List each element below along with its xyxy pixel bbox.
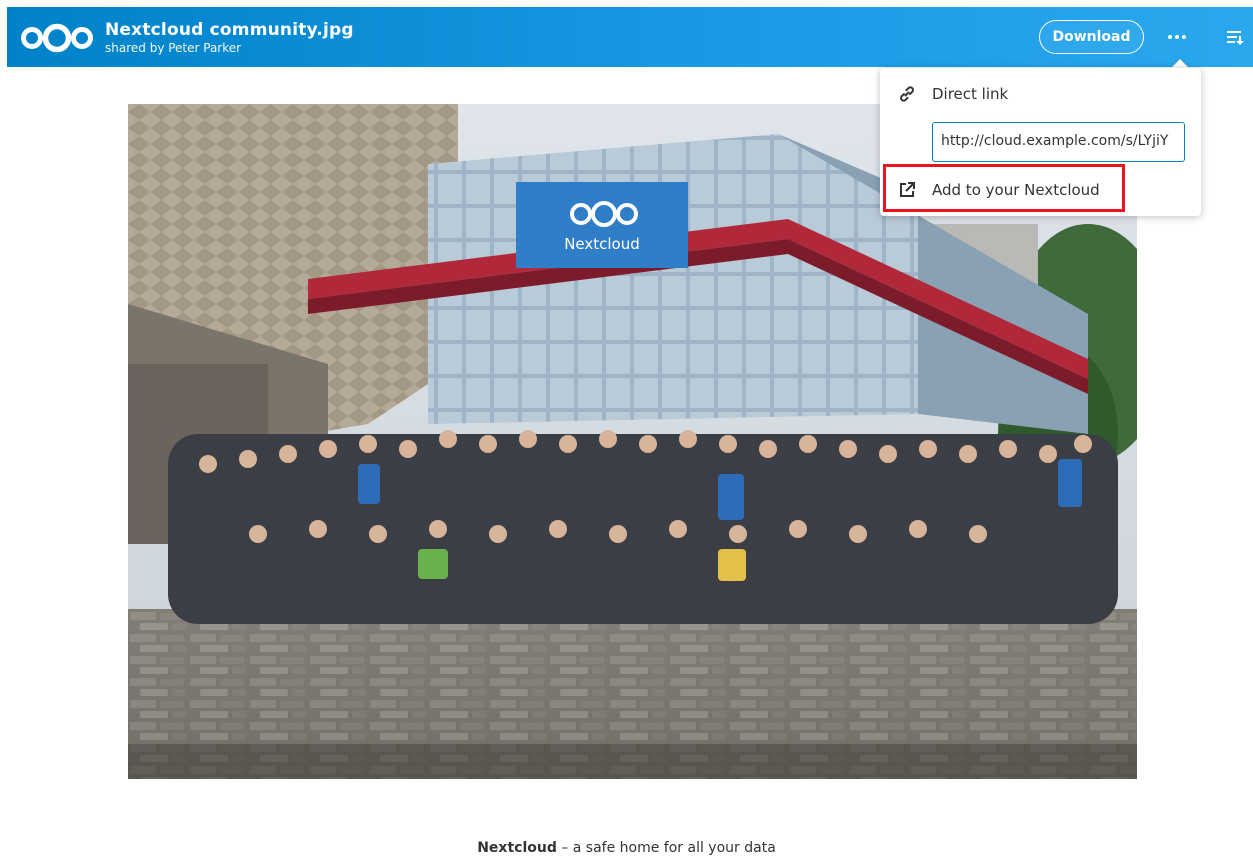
three-dots-icon[interactable] [1165,25,1189,49]
nextcloud-logo-icon[interactable] [19,23,95,53]
add-to-nextcloud-label: Add to your Nextcloud [932,181,1100,199]
download-button[interactable]: Download [1039,20,1144,54]
footer-tagline: – a safe home for all your data [556,840,776,856]
file-title-block: Nextcloud community.jpg shared by Peter … [105,19,354,55]
banner-text: Nextcloud [564,235,640,253]
details-toggle-icon[interactable] [1223,25,1247,49]
public-share-header: Nextcloud community.jpg shared by Peter … [7,7,1253,67]
external-link-icon [898,181,916,199]
share-actions-menu: Direct link http://cloud.example.com/s/L… [880,68,1201,216]
shared-by-label: shared by Peter Parker [105,41,242,55]
menu-item-add-to-nextcloud[interactable]: Add to your Nextcloud [880,168,1201,212]
direct-link-label: Direct link [932,85,1009,103]
direct-link-value: http://cloud.example.com/s/LYjiY [941,133,1169,149]
footer: Nextcloud – a safe home for all your dat… [0,840,1253,856]
link-icon [898,85,916,103]
direct-link-input[interactable]: http://cloud.example.com/s/LYjiY [932,122,1185,162]
menu-item-direct-link[interactable]: Direct link [880,72,1201,116]
file-name: Nextcloud community.jpg [105,20,354,40]
footer-brand[interactable]: Nextcloud [477,840,557,856]
